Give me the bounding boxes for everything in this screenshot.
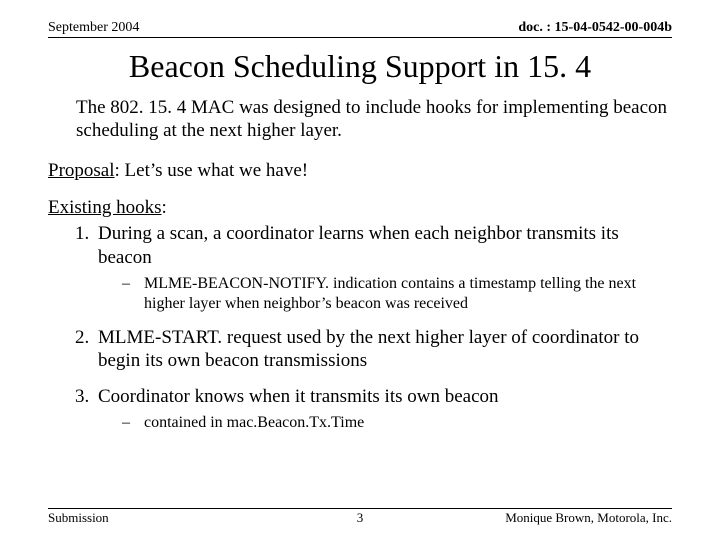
footer-left: Submission	[48, 510, 109, 526]
slide-header: September 2004 doc. : 15-04-0542-00-004b	[48, 20, 672, 38]
proposal-line: Proposal: Let’s use what we have!	[48, 159, 672, 183]
header-date: September 2004	[48, 20, 139, 36]
dash-icon: –	[122, 413, 144, 433]
sub-item-text: contained in mac.Beacon.Tx.Time	[144, 413, 364, 433]
footer-author: Monique Brown, Motorola, Inc.	[505, 510, 672, 526]
list-item-text: Coordinator knows when it transmits its …	[98, 386, 499, 407]
footer-rule	[48, 508, 672, 509]
list-item: MLME-START. request used by the next hig…	[94, 326, 672, 374]
list-item-text: During a scan, a coordinator learns when…	[98, 223, 619, 268]
hooks-colon: :	[161, 197, 166, 218]
list-item: Coordinator knows when it transmits its …	[94, 385, 672, 433]
sub-item: – contained in mac.Beacon.Tx.Time	[122, 413, 672, 433]
sub-item-text: MLME-BEACON-NOTIFY. indication contains …	[144, 274, 672, 314]
slide-footer: Submission 3 Monique Brown, Motorola, In…	[48, 508, 672, 526]
sub-list: – contained in mac.Beacon.Tx.Time	[98, 413, 672, 433]
hooks-list: During a scan, a coordinator learns when…	[48, 222, 672, 433]
hooks-label: Existing hooks	[48, 197, 161, 218]
slide-title: Beacon Scheduling Support in 15. 4	[48, 48, 672, 85]
header-doc-id: doc. : 15-04-0542-00-004b	[518, 20, 672, 36]
proposal-text: : Let’s use what we have!	[115, 160, 309, 181]
list-item: During a scan, a coordinator learns when…	[94, 222, 672, 314]
sub-item: – MLME-BEACON-NOTIFY. indication contain…	[122, 274, 672, 314]
hooks-heading: Existing hooks:	[48, 196, 672, 220]
list-item-text: MLME-START. request used by the next hig…	[98, 327, 639, 372]
proposal-label: Proposal	[48, 160, 115, 181]
sub-list: – MLME-BEACON-NOTIFY. indication contain…	[98, 274, 672, 314]
intro-paragraph: The 802. 15. 4 MAC was designed to inclu…	[76, 97, 672, 143]
dash-icon: –	[122, 274, 144, 314]
